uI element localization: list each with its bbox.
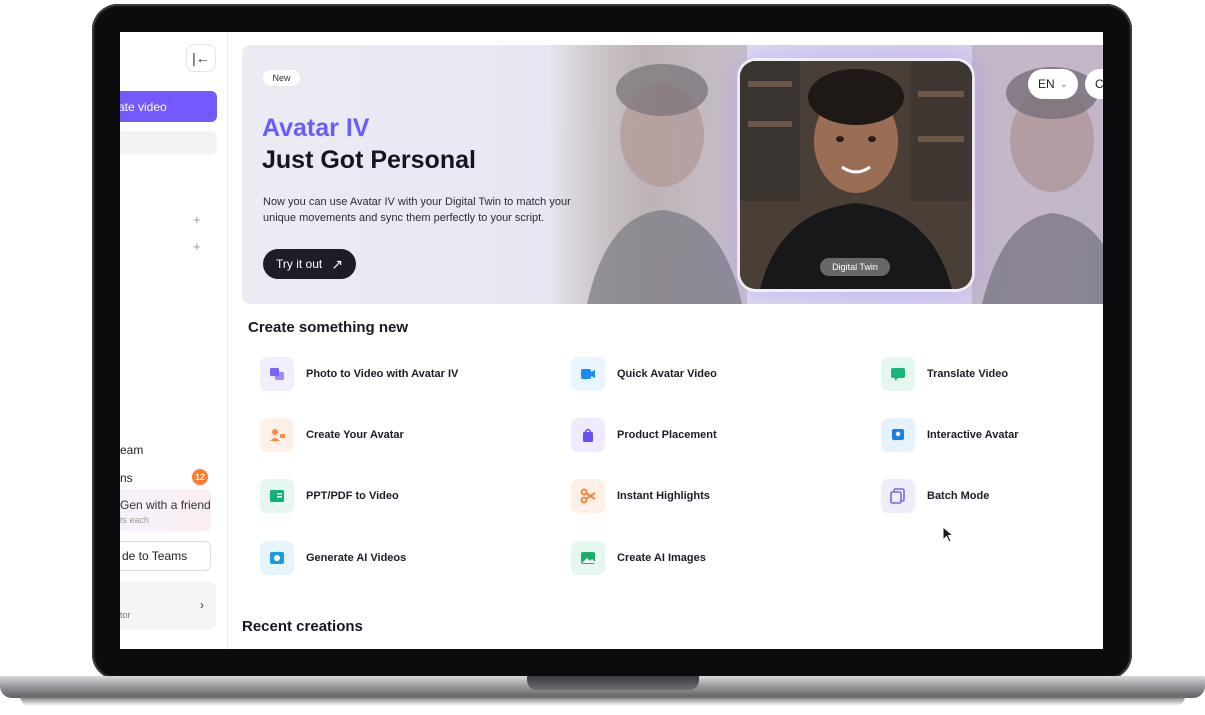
tool-label: Create Your Avatar — [306, 429, 404, 441]
tool-item[interactable]: Batch Mode — [881, 479, 989, 513]
avatar-portrait-image — [740, 61, 972, 289]
translate-icon — [881, 357, 915, 391]
slides-icon — [260, 479, 294, 513]
banner-description: Now you can use Avatar IV with your Digi… — [263, 196, 571, 224]
tool-label: Quick Avatar Video — [617, 368, 717, 380]
refer-friend-subtitle: ts each — [120, 515, 150, 525]
tool-label: Create AI Images — [617, 552, 706, 564]
tool-item[interactable]: Photo to Video with Avatar IV — [260, 357, 458, 391]
create-video-button[interactable]: ate video — [120, 91, 217, 122]
promo-banner: Digital Twin New Avatar IV Just Got Pers… — [242, 45, 1103, 304]
tool-item[interactable]: Instant Highlights — [571, 479, 710, 513]
try-it-out-button[interactable]: Try it out ↗ — [263, 249, 356, 279]
recent-creations-title: Recent creations — [242, 618, 363, 635]
ai-video-icon — [260, 541, 294, 575]
tool-item[interactable]: Quick Avatar Video — [571, 357, 717, 391]
laptop-shadow — [20, 696, 1185, 706]
tool-label: Instant Highlights — [617, 490, 710, 502]
ghost-portrait-left — [547, 45, 747, 304]
tool-label: Product Placement — [617, 429, 717, 441]
create-section-title: Create something new — [248, 319, 409, 336]
language-selector[interactable]: EN ⌄ — [1028, 69, 1078, 99]
chevron-down-icon: ⌄ — [1059, 78, 1069, 90]
scissors-icon — [571, 479, 605, 513]
tool-label: PPT/PDF to Video — [306, 490, 399, 502]
tool-item[interactable]: Create Your Avatar — [260, 418, 404, 452]
tool-item[interactable]: Interactive Avatar — [881, 418, 1019, 452]
arrow-up-right-icon: ↗ — [331, 255, 343, 272]
add-icon[interactable]: + — [193, 212, 201, 227]
language-label: EN — [1037, 77, 1055, 91]
banner-subtitle: Just Got Personal — [262, 146, 476, 174]
refer-friend-title: Gen with a friend — [120, 498, 211, 512]
create-video-label: ate video — [120, 99, 167, 114]
tool-item[interactable]: Product Placement — [571, 418, 717, 452]
mouse-cursor-icon — [942, 526, 955, 543]
user-role: tor — [120, 610, 131, 620]
search-input[interactable] — [120, 131, 217, 155]
upgrade-teams-button[interactable]: de to Teams — [120, 541, 211, 571]
tool-item[interactable]: Translate Video — [881, 357, 1008, 391]
laptop-mockup: |← ate video + + eam ns 12 Gen with a fr… — [0, 0, 1205, 715]
collapse-sidebar-button[interactable]: |← — [186, 44, 216, 72]
photo-avatar-icon — [260, 357, 294, 391]
tool-label: Generate AI Videos — [306, 552, 407, 564]
add-icon[interactable]: + — [193, 239, 201, 254]
digital-twin-label: Digital Twin — [820, 258, 890, 276]
sidebar: |← ate video + + eam ns 12 Gen with a fr… — [120, 32, 228, 649]
laptop-notch — [527, 676, 699, 690]
tool-item[interactable]: Create AI Images — [571, 541, 706, 575]
user-add-icon — [260, 418, 294, 452]
banner-title: Avatar IV — [262, 114, 370, 142]
tool-label: Photo to Video with Avatar IV — [306, 368, 459, 380]
tool-label: Batch Mode — [927, 490, 990, 502]
digital-twin-portrait: Digital Twin — [740, 61, 972, 289]
app-screen: |← ate video + + eam ns 12 Gen with a fr… — [120, 32, 1103, 649]
tool-item[interactable]: Generate AI Videos — [260, 541, 406, 575]
video-camera-icon — [571, 357, 605, 391]
tool-label: Translate Video — [927, 368, 1009, 380]
notifications-badge: 12 — [192, 469, 208, 485]
tool-item[interactable]: PPT/PDF to Video — [260, 479, 399, 513]
collapse-icon: |← — [192, 50, 210, 66]
header-pill-label: C — [1095, 77, 1103, 91]
upgrade-label: de to Teams — [122, 549, 188, 563]
batch-icon — [881, 479, 915, 513]
new-badge: New — [263, 70, 300, 86]
tool-label: Interactive Avatar — [927, 429, 1019, 441]
chat-avatar-icon — [881, 418, 915, 452]
image-icon — [571, 541, 605, 575]
shopping-bag-icon — [571, 418, 605, 452]
chevron-right-icon[interactable]: › — [200, 598, 204, 612]
sidebar-item-notifications[interactable]: ns — [120, 471, 133, 485]
try-it-out-label: Try it out — [276, 257, 323, 271]
sidebar-item-team[interactable]: eam — [120, 443, 143, 457]
